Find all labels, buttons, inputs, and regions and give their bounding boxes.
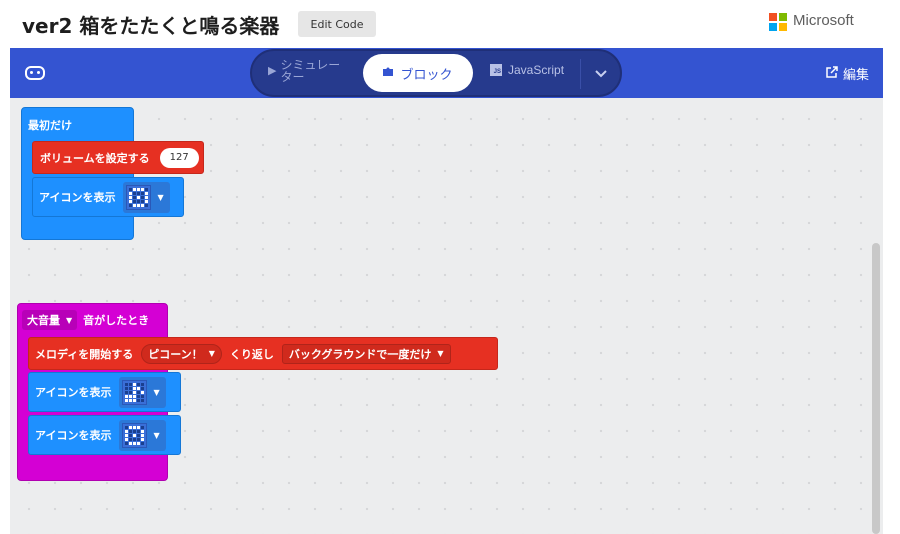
chevron-down-icon: ▼ bbox=[208, 349, 215, 358]
set-volume-block[interactable]: ボリュームを設定する 127 bbox=[32, 141, 204, 174]
on-start-label: 最初だけ bbox=[28, 119, 72, 132]
on-loud-label: 音がしたとき bbox=[83, 314, 150, 327]
led-grid-icon bbox=[122, 379, 148, 405]
icon-dropdown[interactable]: ▼ bbox=[123, 181, 170, 213]
chevron-down-icon[interactable] bbox=[580, 59, 620, 89]
simulator-tab[interactable]: ▶ シミュレーター bbox=[268, 59, 346, 83]
icon-dropdown[interactable]: ▼ bbox=[119, 419, 166, 451]
show-icon-block-1[interactable]: アイコンを表示 ▼ bbox=[28, 372, 181, 412]
top-bar: ver2 箱をたたくと鳴る楽器 Edit Code Microsoft bbox=[0, 0, 900, 48]
chevron-down-icon: ▼ bbox=[157, 192, 164, 202]
microbit-icon[interactable] bbox=[25, 66, 45, 80]
play-icon: ▶ bbox=[268, 64, 277, 77]
puzzle-icon bbox=[383, 65, 394, 81]
chevron-down-icon: ▼ bbox=[153, 430, 160, 440]
volume-input[interactable]: 127 bbox=[159, 147, 199, 168]
editor-toggle: ▶ シミュレーター ブロック JS JavaScript bbox=[250, 49, 622, 97]
javascript-tab[interactable]: JS JavaScript bbox=[490, 63, 564, 77]
sound-level-dropdown[interactable]: 大音量 ▼ bbox=[22, 310, 78, 330]
external-link-icon bbox=[826, 65, 838, 82]
edit-code-button[interactable]: Edit Code bbox=[298, 11, 376, 37]
melody-dropdown[interactable]: ピコーン！ ▼ bbox=[141, 343, 222, 364]
js-icon: JS bbox=[490, 64, 502, 76]
start-melody-block[interactable]: メロディを開始する ピコーン！ ▼ くり返し バックグラウンドで一度だけ ▼ bbox=[28, 337, 498, 370]
blocks-tab[interactable]: ブロック bbox=[363, 54, 473, 92]
chevron-down-icon: ▼ bbox=[437, 349, 444, 358]
show-icon-block-2[interactable]: アイコンを表示 ▼ bbox=[28, 415, 181, 455]
repeat-mode-dropdown[interactable]: バックグラウンドで一度だけ ▼ bbox=[281, 343, 451, 364]
edit-link[interactable]: 編集 bbox=[826, 64, 869, 83]
chevron-down-icon: ▼ bbox=[66, 315, 73, 325]
brand-text: Microsoft bbox=[793, 12, 854, 29]
microsoft-logo-icon bbox=[769, 13, 787, 31]
led-grid-icon bbox=[126, 184, 152, 210]
blocks-workspace[interactable]: 最初だけ ボリュームを設定する 127 アイコンを表示 ▼ 大音量 ▼ 音がした… bbox=[10, 98, 883, 534]
show-icon-block[interactable]: アイコンを表示 ▼ bbox=[32, 177, 184, 217]
project-title[interactable]: ver2 箱をたたくと鳴る楽器 bbox=[22, 10, 279, 39]
editor-nav-bar: ▶ シミュレーター ブロック JS JavaScript 編集 bbox=[10, 48, 883, 98]
led-grid-icon bbox=[122, 422, 148, 448]
chevron-down-icon: ▼ bbox=[153, 387, 160, 397]
workspace-scrollbar[interactable] bbox=[872, 243, 880, 534]
icon-dropdown[interactable]: ▼ bbox=[119, 376, 166, 408]
